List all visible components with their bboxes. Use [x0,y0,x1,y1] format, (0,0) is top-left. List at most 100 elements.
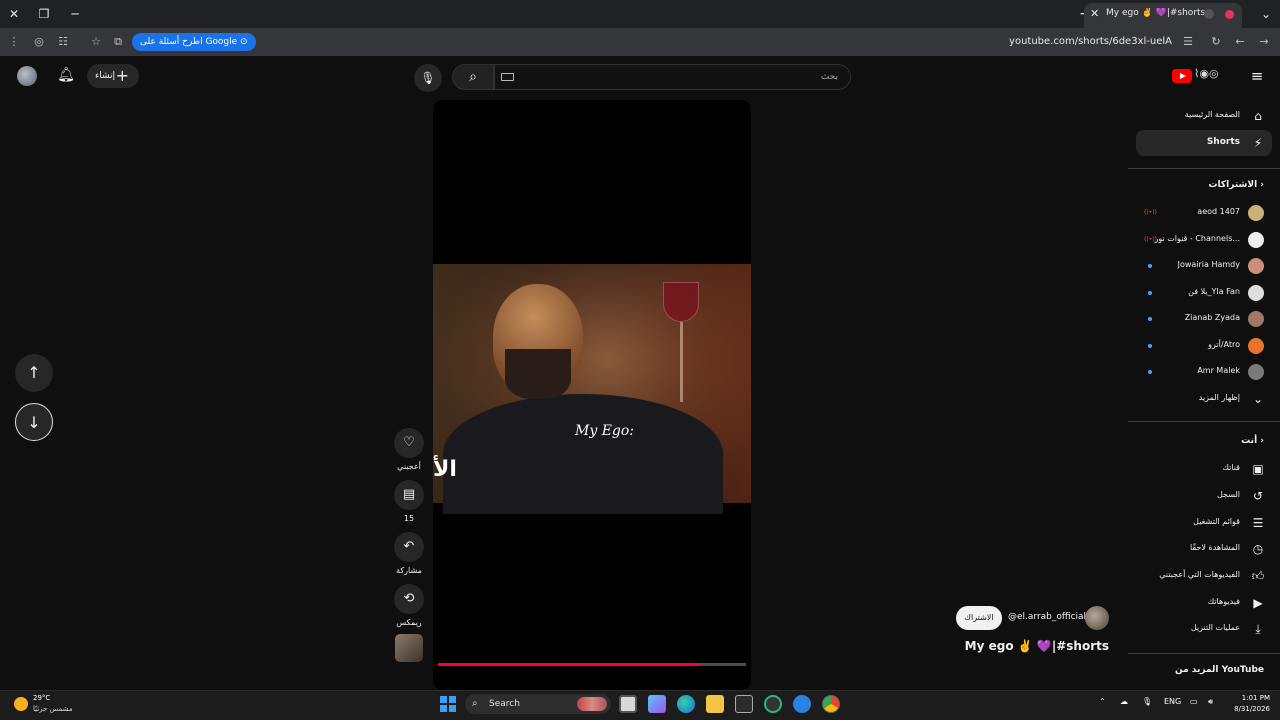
video-icon: ▶ [1253,596,1263,610]
task-view-icon[interactable] [619,695,637,713]
weather-sun-icon[interactable] [14,697,28,711]
taskbar-search[interactable]: ⌕ Search [465,694,611,714]
comments-icon[interactable]: ▤ [394,480,424,510]
subscribe-button[interactable]: الاشتراك [956,606,1002,630]
ask-google-chip[interactable]: اطرح أسئلة على Google ⊙ [132,33,256,51]
tune-icon[interactable]: ☷ [55,34,71,50]
sidebar-item-label: عمليات التنزيل [1190,623,1240,632]
windows-start-icon[interactable] [440,696,456,712]
restore-window-icon[interactable]: ❐ [34,4,54,24]
sidebar-subscription-item[interactable]: ((•)) aeod 1407 [1136,200,1272,226]
previous-short-button[interactable]: ↑ [15,354,53,392]
sidebar-item-downloads[interactable]: عمليات التنزيل ⤓ [1136,616,1272,642]
keyboard-icon[interactable] [501,73,514,81]
show-hidden-icons-icon[interactable]: ⌃ [1099,697,1106,706]
sidebar-subscription-item[interactable]: أترو/Atro [1136,333,1272,359]
sidebar-subscription-item[interactable]: Zianab Zyada [1136,306,1272,332]
sidebar-item-liked-videos[interactable]: الفيديوهات التي أعجبتني 👍︎ [1136,563,1272,589]
like-label: أعجبني [397,462,421,471]
copilot-icon[interactable] [648,695,666,713]
search-input[interactable]: بحث [494,64,851,90]
sidebar-subscription-item[interactable]: Amr Malek [1136,359,1272,385]
weather-temperature[interactable]: 29°C [33,694,50,702]
create-button[interactable]: إنشاء + [87,64,139,88]
menu-dots-icon[interactable]: ⋮ [6,34,22,50]
tray-app-icon[interactable]: ▭ [1190,697,1198,706]
app-icon[interactable] [793,695,811,713]
sidebar-item-your-videos[interactable]: فيديوهاتك ▶ [1136,590,1272,616]
search-icon[interactable]: ⌕ [452,64,494,90]
ask-google-label: اطرح أسئلة على Google [140,37,238,47]
profile-icon[interactable]: ◎ [31,34,47,50]
browser-tab[interactable]: ✕ My ego ✌️ 💜|#shorts - You... [1084,3,1242,28]
url-field[interactable]: youtube.com/shorts/6de3xl-uelA [1009,36,1172,47]
close-window-icon[interactable]: ✕ [4,4,24,24]
like-heart-icon[interactable]: ♡ [394,428,424,458]
youtube-logo[interactable] [1172,69,1192,83]
you-header[interactable]: أنت › [1241,436,1264,446]
new-content-dot [1148,291,1152,295]
plus-icon: + [115,66,129,85]
back-icon[interactable]: ← [1232,34,1248,50]
chrome-icon[interactable] [822,695,840,713]
sidebar-item-label: Jowairia Hamdy [1177,260,1240,269]
channel-avatar [1248,364,1264,380]
account-avatar[interactable] [17,66,37,86]
search-icon: ⌕ [472,698,478,709]
bookmark-star-icon[interactable]: ☆ [88,34,104,50]
sidebar-item-home[interactable]: الصفحة الرئيسية ⌂ [1136,103,1272,129]
sidebar-item-watch-later[interactable]: المشاهدة لاحقًا ◷ [1136,536,1272,562]
language-indicator[interactable]: ENG [1164,697,1181,706]
sidebar-subscription-item[interactable]: Jowairia Hamdy [1136,253,1272,279]
new-content-dot [1148,317,1152,321]
forward-icon[interactable]: → [1256,34,1272,50]
show-more-button[interactable]: إظهار المزيد ⌄ [1136,386,1272,412]
sidebar-item-label: الصفحة الرئيسية [1184,110,1240,119]
start-tile [440,696,447,703]
person-beard [505,349,571,399]
tab-search-icon[interactable]: ⌄ [1256,4,1276,24]
app-icon[interactable] [764,695,782,713]
you-header-label: أنت [1241,436,1258,446]
short-video-player[interactable]: My Ego: الأ [433,100,751,690]
volume-icon[interactable]: 🔊︎ [1208,697,1213,707]
channel-avatar[interactable] [1085,606,1109,630]
video-progress-bar[interactable] [438,663,746,666]
reload-icon[interactable]: ↻ [1208,34,1224,50]
sidebar-item-label: إظهار المزيد [1198,393,1240,402]
clock-time[interactable]: 1:01 PM [1238,694,1270,702]
file-explorer-icon[interactable] [706,695,724,713]
clock-date[interactable]: 8/31/2026 [1228,705,1270,713]
store-icon[interactable] [735,695,753,713]
install-app-icon[interactable]: ⧉ [110,34,126,50]
remix-icon[interactable]: ⟲ [394,584,424,614]
sidebar-subscription-item[interactable]: ((•)) قنوات نور - Channels... [1136,227,1272,253]
next-short-button[interactable]: ↓ [15,403,53,441]
hamburger-menu-icon[interactable]: ≡ [1248,67,1266,85]
site-settings-icon[interactable]: ☰ [1180,34,1196,50]
channel-name[interactable]: @el.arrab_official [1008,612,1086,622]
notifications-bell-icon[interactable]: 🔔︎ [57,67,75,85]
minimize-window-icon[interactable]: ─ [65,4,85,24]
edge-icon[interactable] [677,695,695,713]
sidebar-item-history[interactable]: السجل ↺ [1136,483,1272,509]
video-title[interactable]: My ego ✌️ 💜|#shorts [965,639,1109,653]
tab-close-icon[interactable]: ✕ [1090,7,1099,20]
share-icon[interactable]: ↶ [394,532,424,562]
channel-avatar [1248,311,1264,327]
windows-taskbar [0,690,1280,720]
search-highlight-art [577,697,607,711]
subscriptions-header[interactable]: الاشتراكات › [1209,180,1265,190]
comments-count: 15 [403,514,415,523]
sidebar-subscription-item[interactable]: يلا فن_Yla Fan [1136,280,1272,306]
new-content-dot [1148,264,1152,268]
microphone-icon[interactable]: 🎙︎ [1142,697,1152,706]
voice-search-mic-icon[interactable]: 🎙︎ [414,64,442,92]
channel-avatar [1248,338,1264,354]
sidebar-item-shorts[interactable]: Shorts ⚡︎ [1136,130,1272,156]
sidebar-item-your-channel[interactable]: قناتك ▣ [1136,456,1272,482]
sound-thumbnail[interactable] [395,634,423,662]
sidebar-item-playlists[interactable]: قوائم التشغيل ☰ [1136,510,1272,536]
history-icon: ↺ [1252,489,1264,503]
network-icon[interactable]: ☁︎ [1120,697,1128,706]
